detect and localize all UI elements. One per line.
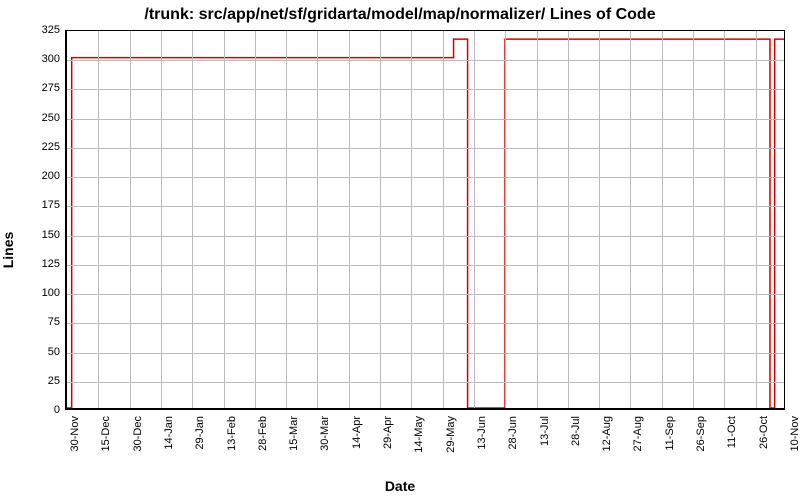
x-tick-label: 30-Dec bbox=[132, 416, 144, 476]
y-gridline bbox=[67, 89, 784, 90]
y-tick-label: 125 bbox=[5, 258, 60, 270]
x-tick-label: 14-May bbox=[413, 416, 425, 476]
x-gridline bbox=[443, 31, 444, 408]
x-gridline bbox=[192, 31, 193, 408]
y-tick-label: 0 bbox=[5, 404, 60, 416]
y-tick-label: 75 bbox=[5, 316, 60, 328]
x-gridline bbox=[349, 31, 350, 408]
y-tick-label: 25 bbox=[5, 375, 60, 387]
x-tick-label: 28-Jul bbox=[570, 416, 582, 476]
x-tick-label: 29-Jan bbox=[194, 416, 206, 476]
x-tick-label: 29-May bbox=[445, 416, 457, 476]
y-tick-label: 250 bbox=[5, 112, 60, 124]
plot-area bbox=[65, 30, 785, 410]
x-tick-label: 12-Aug bbox=[601, 416, 613, 476]
x-tick-label: 10-Nov bbox=[789, 416, 800, 476]
x-tick-label: 26-Sep bbox=[695, 416, 707, 476]
x-tick-label: 29-Apr bbox=[382, 416, 394, 476]
y-gridline bbox=[67, 148, 784, 149]
x-gridline bbox=[693, 31, 694, 408]
x-gridline bbox=[411, 31, 412, 408]
x-tick-label: 28-Feb bbox=[257, 416, 269, 476]
x-gridline bbox=[474, 31, 475, 408]
x-gridline bbox=[599, 31, 600, 408]
y-gridline bbox=[67, 382, 784, 383]
y-gridline bbox=[67, 236, 784, 237]
y-tick-label: 275 bbox=[5, 82, 60, 94]
x-gridline bbox=[286, 31, 287, 408]
x-gridline bbox=[380, 31, 381, 408]
y-tick-label: 50 bbox=[5, 346, 60, 358]
x-tick-label: 26-Oct bbox=[758, 416, 770, 476]
y-gridline bbox=[67, 353, 784, 354]
y-tick-label: 300 bbox=[5, 53, 60, 65]
y-tick-label: 200 bbox=[5, 170, 60, 182]
x-gridline bbox=[756, 31, 757, 408]
x-tick-label: 13-Jun bbox=[476, 416, 488, 476]
x-gridline bbox=[161, 31, 162, 408]
y-gridline bbox=[67, 323, 784, 324]
y-gridline bbox=[67, 294, 784, 295]
x-gridline bbox=[662, 31, 663, 408]
x-tick-label: 14-Apr bbox=[351, 416, 363, 476]
x-axis-label: Date bbox=[0, 478, 800, 494]
x-tick-label: 11-Sep bbox=[664, 416, 676, 476]
x-tick-label: 11-Oct bbox=[726, 416, 738, 476]
x-tick-label: 30-Nov bbox=[69, 416, 81, 476]
x-gridline bbox=[255, 31, 256, 408]
y-tick-label: 150 bbox=[5, 229, 60, 241]
y-tick-label: 325 bbox=[5, 24, 60, 36]
x-gridline bbox=[630, 31, 631, 408]
x-tick-label: 15-Mar bbox=[288, 416, 300, 476]
y-tick-label: 175 bbox=[5, 199, 60, 211]
y-tick-label: 100 bbox=[5, 287, 60, 299]
x-tick-label: 28-Jun bbox=[507, 416, 519, 476]
y-gridline bbox=[67, 60, 784, 61]
x-tick-label: 13-Jul bbox=[539, 416, 551, 476]
chart-title: /trunk: src/app/net/sf/gridarta/model/ma… bbox=[0, 6, 800, 24]
x-gridline bbox=[130, 31, 131, 408]
line-svg bbox=[67, 31, 784, 408]
y-gridline bbox=[67, 206, 784, 207]
x-gridline bbox=[224, 31, 225, 408]
y-gridline bbox=[67, 177, 784, 178]
y-gridline bbox=[67, 119, 784, 120]
x-tick-label: 30-Mar bbox=[319, 416, 331, 476]
x-gridline bbox=[505, 31, 506, 408]
x-gridline bbox=[317, 31, 318, 408]
x-gridline bbox=[724, 31, 725, 408]
x-gridline bbox=[98, 31, 99, 408]
x-tick-label: 15-Dec bbox=[100, 416, 112, 476]
x-tick-label: 14-Jan bbox=[163, 416, 175, 476]
y-tick-label: 225 bbox=[5, 141, 60, 153]
loc-line-chart: /trunk: src/app/net/sf/gridarta/model/ma… bbox=[0, 0, 800, 500]
x-tick-label: 13-Feb bbox=[226, 416, 238, 476]
x-gridline bbox=[568, 31, 569, 408]
y-gridline bbox=[67, 265, 784, 266]
x-tick-label: 27-Aug bbox=[632, 416, 644, 476]
x-gridline bbox=[537, 31, 538, 408]
